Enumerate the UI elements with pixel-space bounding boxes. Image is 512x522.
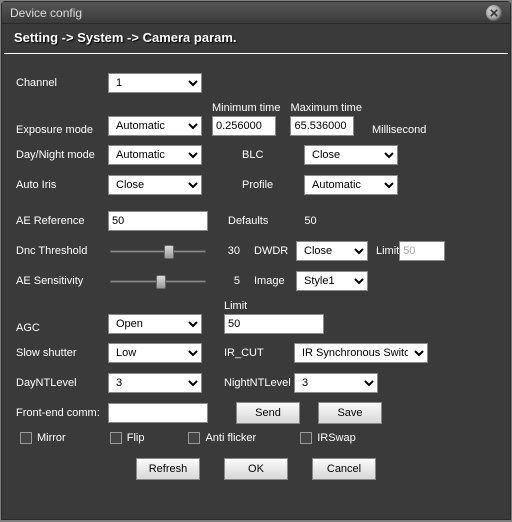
defaults-label: Defaults [228,215,268,227]
antiflicker-checkbox[interactable]: Anti flicker [188,432,256,444]
aeref-input[interactable] [108,211,208,231]
agc-limit-input[interactable] [224,314,324,334]
max-time-input[interactable] [290,116,354,136]
agc-label: AGC [16,322,108,334]
channel-select[interactable]: 1 [108,73,202,93]
save-button[interactable]: Save [318,402,382,424]
irswap-checkbox[interactable]: IRSwap [300,432,356,444]
dncthr-label: Dnc Threshold [16,245,108,257]
frontend-input[interactable] [108,403,208,423]
defaults-value: 50 [304,215,316,227]
titlebar: Device config [2,2,510,24]
aeref-label: AE Reference [16,215,108,227]
daynight-label: Day/Night mode [16,149,108,161]
agc-limit-label: Limit [224,300,247,312]
window-title: Device config [10,6,82,20]
slowshutter-label: Slow shutter [16,347,108,359]
refresh-button[interactable]: Refresh [136,458,200,480]
mirror-label: Mirror [37,432,66,444]
close-icon [490,9,498,17]
device-config-window: Device config Setting -> System -> Camer… [1,1,511,520]
cancel-button[interactable]: Cancel [312,458,376,480]
exposure-select[interactable]: Automatic [108,116,202,136]
slowshutter-select[interactable]: Low [108,343,202,363]
breadcrumb: Setting -> System -> Camera param. [4,24,508,54]
irswap-label: IRSwap [317,432,356,444]
aesens-label: AE Sensitivity [16,275,108,287]
autoiris-label: Auto Iris [16,179,108,191]
max-time-label: Maximum time [290,102,362,114]
image-select[interactable]: Style1 [296,271,368,291]
flip-checkbox[interactable]: Flip [110,432,145,444]
send-button[interactable]: Send [236,402,300,424]
dwdr-limit-input [399,241,445,261]
dwdr-label: DWDR [254,245,296,257]
min-time-label: Minimum time [212,102,280,114]
aesens-slider[interactable] [108,272,208,290]
dayntlevel-label: DayNTLevel [16,377,108,389]
dwdr-limit-label: Limit [376,245,399,257]
exposure-label: Exposure mode [16,124,108,136]
ircut-select[interactable]: IR Synchronous Switch [294,343,428,363]
ircut-label: IR_CUT [224,347,294,359]
mirror-checkbox[interactable]: Mirror [20,432,66,444]
close-button[interactable] [486,5,502,21]
dwdr-select[interactable]: Close [296,241,368,261]
aesens-value: 5 [214,275,240,287]
nightntlevel-select[interactable]: 3 [294,373,378,393]
daynight-select[interactable]: Automatic [108,145,202,165]
frontend-label: Front-end comm: [16,407,108,419]
dncthr-value: 30 [214,245,240,257]
ms-label: Millisecond [372,124,426,136]
flip-label: Flip [127,432,145,444]
content-panel: Channel 1 Exposure mode Automatic Minimu… [2,54,510,490]
blc-select[interactable]: Close [304,145,398,165]
dayntlevel-select[interactable]: 3 [108,373,202,393]
dncthr-slider[interactable] [108,242,208,260]
min-time-input[interactable] [212,116,276,136]
nightntlevel-label: NightNTLevel [224,377,294,389]
channel-label: Channel [16,77,108,89]
autoiris-select[interactable]: Close [108,175,202,195]
profile-select[interactable]: Automatic [304,175,398,195]
ok-button[interactable]: OK [224,458,288,480]
antiflicker-label: Anti flicker [205,432,256,444]
profile-label: Profile [242,179,304,191]
blc-label: BLC [242,149,304,161]
image-label: Image [254,275,296,287]
agc-select[interactable]: Open [108,314,202,334]
